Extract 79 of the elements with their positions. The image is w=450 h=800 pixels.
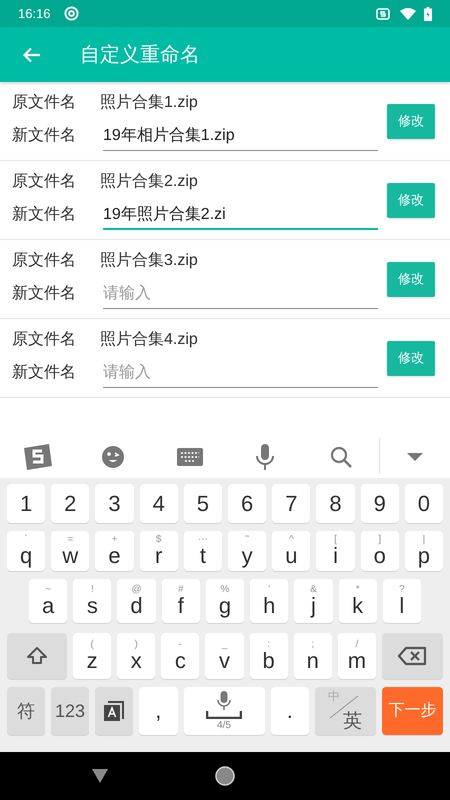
keyboard-key[interactable]: 5 [184,484,222,523]
english-label: 英 [343,712,362,731]
keyboard-key[interactable]: 8 [316,484,355,523]
keyboard-key[interactable]: ! s [73,579,112,623]
keyboard-key[interactable]: $ r [140,531,178,571]
keyboard-key[interactable]: 9 [360,484,399,523]
keyboard-key[interactable]: 1 [7,484,46,523]
keyboard-key[interactable]: ( z [73,633,112,679]
page-indicator: 4/5 [217,721,231,731]
keyboard-key[interactable]: _ v [205,633,244,679]
keyboard-key[interactable]: 7 [272,484,310,523]
field-label: 原文件名 [12,172,77,192]
field-label: 新文件名 [12,362,77,383]
keyboard-key[interactable]: 4 [140,484,178,523]
backspace-icon [397,646,428,666]
field-label: 原文件名 [12,92,77,113]
keyboard-key[interactable]: = w [51,531,90,571]
keyboard-key[interactable]: ] o [360,531,399,571]
keyboard-key[interactable]: ) x [117,633,156,679]
keyboard-key[interactable]: 3 [95,484,134,523]
keyboard-key[interactable]: / m [338,633,376,679]
page-title: 自定义重命名 [80,42,200,68]
search-icon [330,446,353,468]
keyboard-key[interactable]: ? l [382,579,421,623]
field-label: 新文件名 [12,204,77,225]
space-bar-icon [206,711,242,719]
shift-key[interactable] [7,633,67,679]
field-label: 新文件名 [12,126,77,146]
microphone-icon [256,444,274,470]
keyboard-key[interactable]: 符 [7,687,45,735]
original-filename: 照片合集2.zip [100,172,198,192]
keyboard-key[interactable]: ~ a [29,579,68,623]
keyboard-key[interactable]: 2 [51,484,90,523]
original-filename: 照片合集1.zip [100,92,198,113]
shift-icon [26,646,48,666]
keyboard-key[interactable]: 123 [51,687,89,735]
layout-key[interactable] [95,687,133,735]
keyboard-key[interactable]: ··· t [184,531,222,571]
keyboard-key[interactable]: + e [95,531,134,571]
battery-icon [424,6,432,20]
status-time: 16:16 [18,4,51,23]
field-label: 新文件名 [12,284,77,304]
field-label: 原文件名 [12,330,77,350]
filename-input[interactable]: 19年照片合集2.zi [103,200,378,230]
keyboard-key[interactable]: * k [338,579,377,623]
keyboard-key[interactable]: 0 [404,484,444,523]
keyboard-key[interactable]: . [270,687,309,735]
keyboard-key[interactable]: ` q [7,531,46,571]
emoji-icon [101,445,125,469]
caret-icon [407,453,423,461]
original-filename: 照片合集3.zip [100,250,198,271]
keyboard-key[interactable]: : b [250,633,288,679]
microphone-icon [217,691,231,711]
keyboard-key[interactable]: | p [404,531,444,571]
back-arrow-icon [23,46,41,62]
keyboard-key[interactable]: & j [294,579,333,623]
logo-icon [22,443,54,471]
keyboard-key[interactable]: ' h [250,579,288,623]
keyboard-key[interactable]: % g [206,579,244,623]
keyboard-key[interactable]: 6 [228,484,266,523]
keyboard-key[interactable]: ; n [294,633,332,679]
original-filename: 照片合集4.zip [100,330,198,350]
keyboard-key[interactable]: , [139,687,178,735]
wifi-icon [400,8,416,20]
filename-input[interactable]: 请输入 [103,358,378,388]
backspace-key[interactable] [382,633,443,679]
keyboard-key[interactable]: # f [162,579,200,623]
field-label: 原文件名 [12,250,77,271]
filename-input[interactable]: 19年相片合集1.zip [103,121,378,151]
keyboard-key[interactable]: @ d [117,579,156,623]
filename-input[interactable]: 请输入 [103,279,378,309]
keyboard-key[interactable]: - c [161,633,200,679]
keyboard-layout-icon [103,700,125,722]
keyboard-key[interactable]: [ i [316,531,355,571]
keyboard-key[interactable]: ^ u [272,531,310,571]
home-icon[interactable] [215,766,235,786]
keyboard-key[interactable]: " y [228,531,266,571]
back-icon[interactable] [92,769,108,783]
keyboard-icon [177,448,203,466]
